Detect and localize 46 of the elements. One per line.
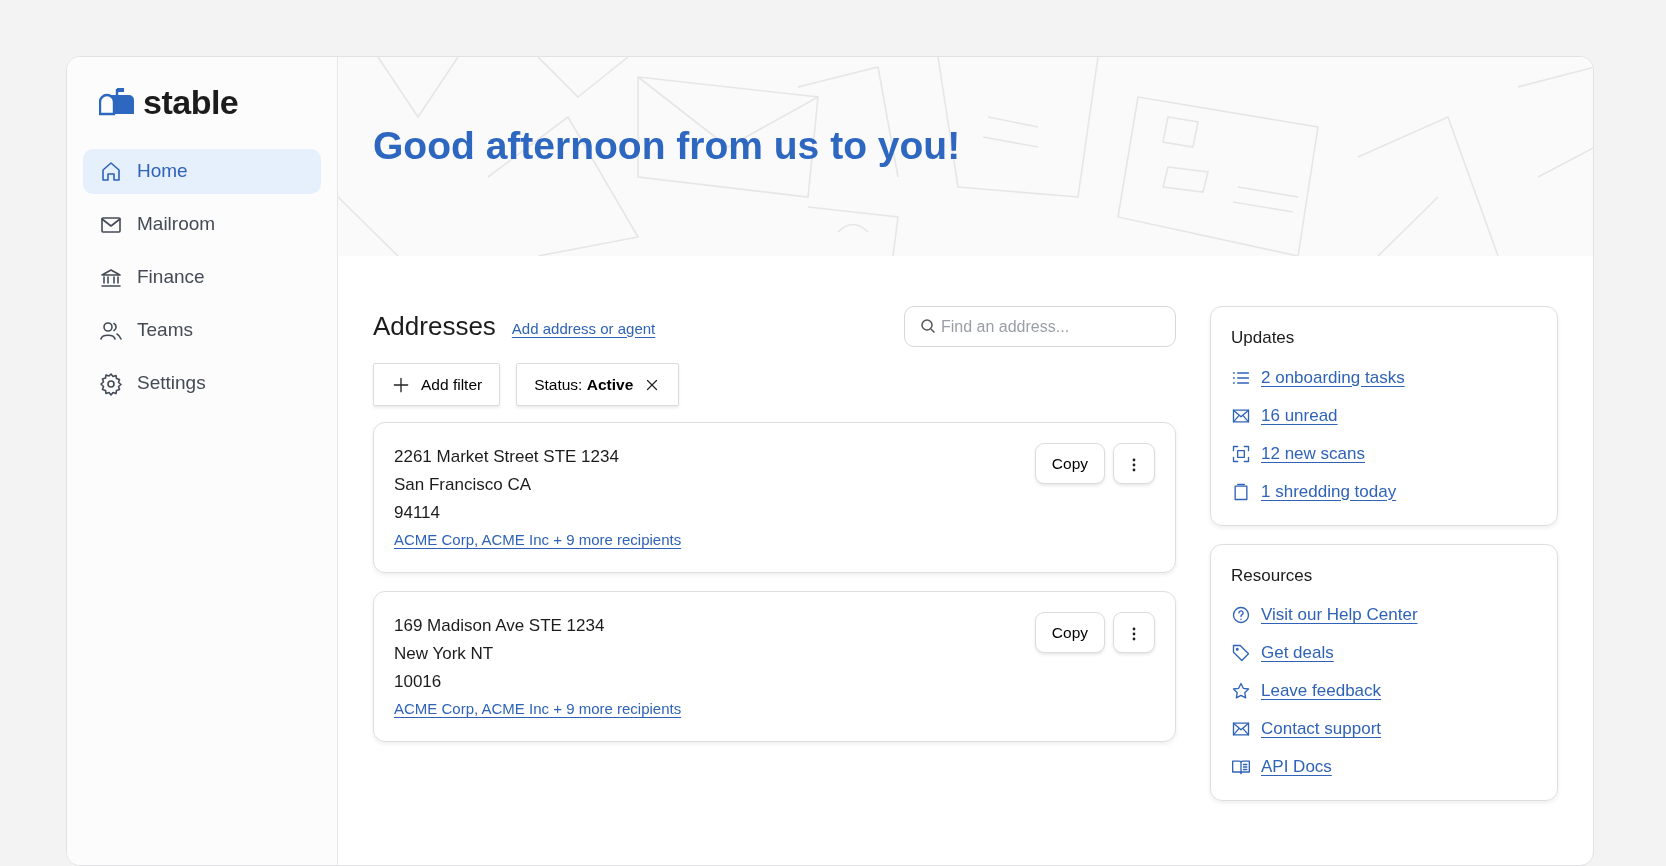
panel-link[interactable]: Get deals: [1261, 640, 1334, 666]
add-address-link[interactable]: Add address or agent: [511, 317, 656, 341]
more-options-button[interactable]: [1113, 612, 1155, 653]
panel-link[interactable]: 16 unread: [1261, 402, 1338, 429]
panel-link[interactable]: Leave feedback: [1261, 678, 1382, 704]
envelope-icon: [1231, 719, 1251, 739]
mailbox-logo-icon: [99, 88, 135, 116]
copy-button[interactable]: Copy: [1034, 612, 1105, 653]
panel-link[interactable]: 2 onboarding tasks: [1261, 364, 1405, 391]
logo-text: stable: [143, 85, 239, 119]
tag-icon: [1231, 643, 1251, 663]
address-line: 169 Madison Ave STE 1234: [394, 615, 606, 637]
scan-icon: [1231, 443, 1251, 464]
address-line: 94114: [394, 502, 441, 524]
panel-link[interactable]: API Docs: [1261, 754, 1332, 780]
address-line: New York NT: [394, 643, 495, 665]
add-filter-button[interactable]: Add filter: [373, 363, 501, 406]
dots-icon: [1132, 626, 1136, 641]
settings-icon: [99, 371, 123, 396]
home-icon: [99, 159, 123, 184]
sidebar-item[interactable]: Settings: [83, 361, 321, 406]
panel-link[interactable]: Visit our Help Center: [1261, 602, 1418, 628]
dots-icon: [1132, 457, 1136, 472]
panel-link[interactable]: 1 shredding today: [1261, 478, 1397, 505]
sidebar-item[interactable]: Finance: [83, 255, 321, 300]
more-options-button[interactable]: [1113, 443, 1155, 484]
sidebar-item[interactable]: Teams: [83, 308, 321, 353]
copy-button[interactable]: Copy: [1034, 443, 1105, 484]
star-icon: [1231, 681, 1251, 701]
panel-title: Updates: [1231, 327, 1296, 349]
panel-link[interactable]: Contact support: [1261, 716, 1381, 742]
help-icon: [1231, 605, 1251, 625]
panel-title: Resources: [1231, 564, 1314, 587]
recipients-link[interactable]: ACME Corp, ACME Inc + 9 more recipients: [394, 698, 682, 721]
address-line: 10016: [394, 671, 443, 693]
panel-link[interactable]: 12 new scans: [1261, 440, 1365, 467]
sidebar-item[interactable]: Home: [83, 149, 321, 194]
search-field[interactable]: Find an address...: [904, 306, 1176, 347]
addresses-heading: Addresses: [373, 310, 496, 343]
search-icon: [920, 318, 936, 334]
status-filter-chip[interactable]: Status: Active: [516, 363, 680, 406]
address-line: 2261 Market Street STE 1234: [394, 446, 620, 468]
recipients-link[interactable]: ACME Corp, ACME Inc + 9 more recipients: [394, 529, 682, 552]
greeting-heading: Good afternoon from us to you!: [373, 123, 961, 169]
sidebar-item[interactable]: Mailroom: [83, 202, 321, 247]
address-line: San Francisco CA: [394, 474, 532, 496]
